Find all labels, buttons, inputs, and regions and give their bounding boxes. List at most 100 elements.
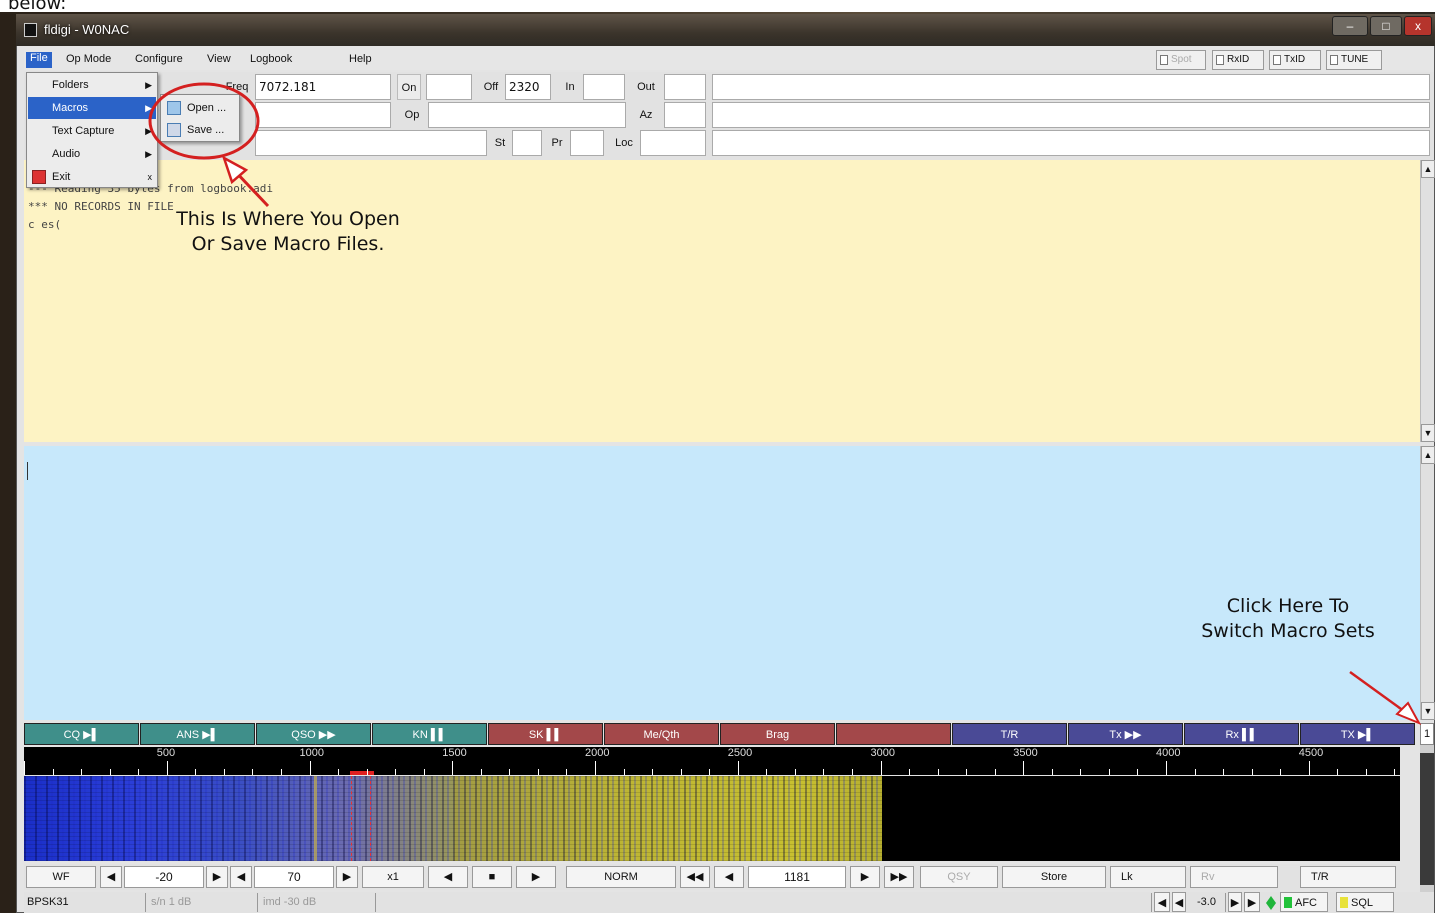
on-field[interactable] [426,74,472,100]
qth-field[interactable] [255,130,487,156]
min-db-up-icon[interactable]: ▶ [206,866,228,888]
ruler-tick [766,769,768,775]
audio-freq-field[interactable]: 1181 [748,866,846,888]
rst-in-field[interactable] [583,74,625,100]
status-sn: s/n 1 dB [148,893,258,912]
faster-icon[interactable]: ▶ [516,866,556,888]
tx-scrollbar[interactable]: ▲ ▼ [1420,446,1435,720]
pause-icon[interactable]: ■ [472,866,512,888]
speed-mode-button[interactable]: NORM [566,866,676,888]
notes-field[interactable] [712,74,1430,100]
on-button[interactable]: On [397,74,421,100]
st-field[interactable] [512,130,542,156]
macro-button-12[interactable]: TX ▶▌ [1300,723,1415,745]
ruler-tick [595,761,596,775]
slider-knob[interactable] [1420,753,1434,885]
macro-button-7[interactable]: Brag [720,723,835,745]
min-db-down-icon[interactable]: ◀ [100,866,122,888]
freq-down-icon[interactable]: ◀ [714,866,744,888]
maximize-button[interactable]: □ [1370,16,1402,36]
afc-fast-down-icon[interactable]: ◀ [1154,892,1170,912]
tune-toggle[interactable]: TUNE [1326,50,1382,70]
ruler-tick [280,769,282,775]
txid-toggle[interactable]: TxID [1269,50,1321,70]
reverse-toggle[interactable]: Rv [1190,866,1278,888]
wf-mode-button[interactable]: WF [26,866,96,888]
macro-set-selector[interactable]: 1 [1420,723,1434,745]
call-field[interactable] [255,102,391,128]
afc-toggle[interactable]: AFC [1280,892,1328,912]
macro-button-11[interactable]: Rx ▌▌ [1184,723,1299,745]
slower-icon[interactable]: ◀ [428,866,468,888]
squelch-slider[interactable] [1420,745,1434,893]
qsy-button[interactable]: QSY [920,866,998,888]
scroll-down-icon[interactable]: ▼ [1421,424,1435,442]
macro-button-1[interactable]: CQ ▶▌ [24,723,139,745]
ruler-tick [1308,761,1310,775]
menu-item-text-capture[interactable]: Text Capture ▶ [28,120,156,142]
range-db-field[interactable]: 70 [254,866,334,888]
menu-item-folders[interactable]: Folders ▶ [28,74,156,96]
waterfall[interactable] [24,776,1400,861]
status-mode[interactable]: BPSK31 [24,893,146,912]
ruler-tick [452,761,454,775]
lock-toggle[interactable]: Lk [1110,866,1186,888]
tx-text-pane[interactable] [24,446,1420,720]
range-down-icon[interactable]: ◀ [230,866,252,888]
afc-down-icon[interactable]: ◀ [1172,892,1186,912]
pr-field[interactable] [570,130,604,156]
rx-scrollbar[interactable]: ▲ ▼ [1420,160,1435,442]
rx-text-pane[interactable]: --- Reading 35 bytes from logbook.adi **… [24,160,1420,442]
menu-op-mode[interactable]: Op Mode [66,53,111,65]
menu-view[interactable]: View [207,53,231,65]
off-field[interactable]: 2320 [505,74,551,100]
menu-configure[interactable]: Configure [135,53,183,65]
macro-button-6[interactable]: Me/Qth [604,723,719,745]
store-button[interactable]: Store [1002,866,1106,888]
waterfall-rows [24,776,882,861]
afc-fast-up-icon[interactable]: ▶ [1244,892,1260,912]
sql-toggle[interactable]: SQL [1336,892,1394,912]
menu-help[interactable]: Help [349,53,372,65]
menu-file[interactable]: File [26,52,52,68]
zoom-button[interactable]: x1 [362,866,424,888]
rst-out-field[interactable] [664,74,706,100]
freq-field[interactable]: 7072.181 [255,74,391,100]
afc-up-icon[interactable]: ▶ [1228,892,1242,912]
spot-toggle[interactable]: Spot [1156,50,1206,70]
rxid-toggle[interactable]: RxID [1212,50,1264,70]
macro-button-2[interactable]: ANS ▶▌ [140,723,255,745]
macro-button-3[interactable]: QSO ▶▶ [256,723,371,745]
tr-toggle[interactable]: T/R [1300,866,1396,888]
ruler-tick [623,769,625,775]
az-field[interactable] [664,102,706,128]
menu-item-save[interactable]: Save ... [163,120,238,141]
range-up-icon[interactable]: ▶ [336,866,358,888]
menu-logbook[interactable]: Logbook [250,53,292,65]
notes-field-3[interactable] [712,130,1430,156]
menu-item-exit[interactable]: Exit x [28,166,156,188]
loc-field[interactable] [640,130,706,156]
op-field[interactable] [428,102,626,128]
macro-button-5[interactable]: SK ▌▌ [488,723,603,745]
freq-up-icon[interactable]: ▶ [850,866,880,888]
menu-item-macros[interactable]: Macros ▶ [28,97,156,119]
freq-fast-up-icon[interactable]: ▶▶ [884,866,914,888]
scroll-up-icon[interactable]: ▲ [1421,160,1435,178]
scroll-up-icon[interactable]: ▲ [1421,446,1435,464]
freq-fast-down-icon[interactable]: ◀◀ [680,866,710,888]
min-db-field[interactable]: -20 [124,866,204,888]
macro-button-9[interactable]: T/R [952,723,1067,745]
macro-button-10[interactable]: Tx ▶▶ [1068,723,1183,745]
menu-item-open[interactable]: Open ... [163,98,238,119]
scroll-down-icon[interactable]: ▼ [1421,702,1435,720]
macro-button-8[interactable] [836,723,951,745]
minimize-button[interactable]: – [1332,16,1368,36]
ruler-tick [966,769,968,775]
macro-button-4[interactable]: KN ▌▌ [372,723,487,745]
annotation-line: This Is Where You Open [176,208,400,230]
frequency-ruler[interactable]: 500 1000 1500 2000 2500 3000 3500 4000 4500 [24,747,1400,775]
notes-field-2[interactable] [712,102,1430,128]
close-button[interactable]: x [1404,16,1432,36]
menu-item-audio[interactable]: Audio ▶ [28,143,156,165]
